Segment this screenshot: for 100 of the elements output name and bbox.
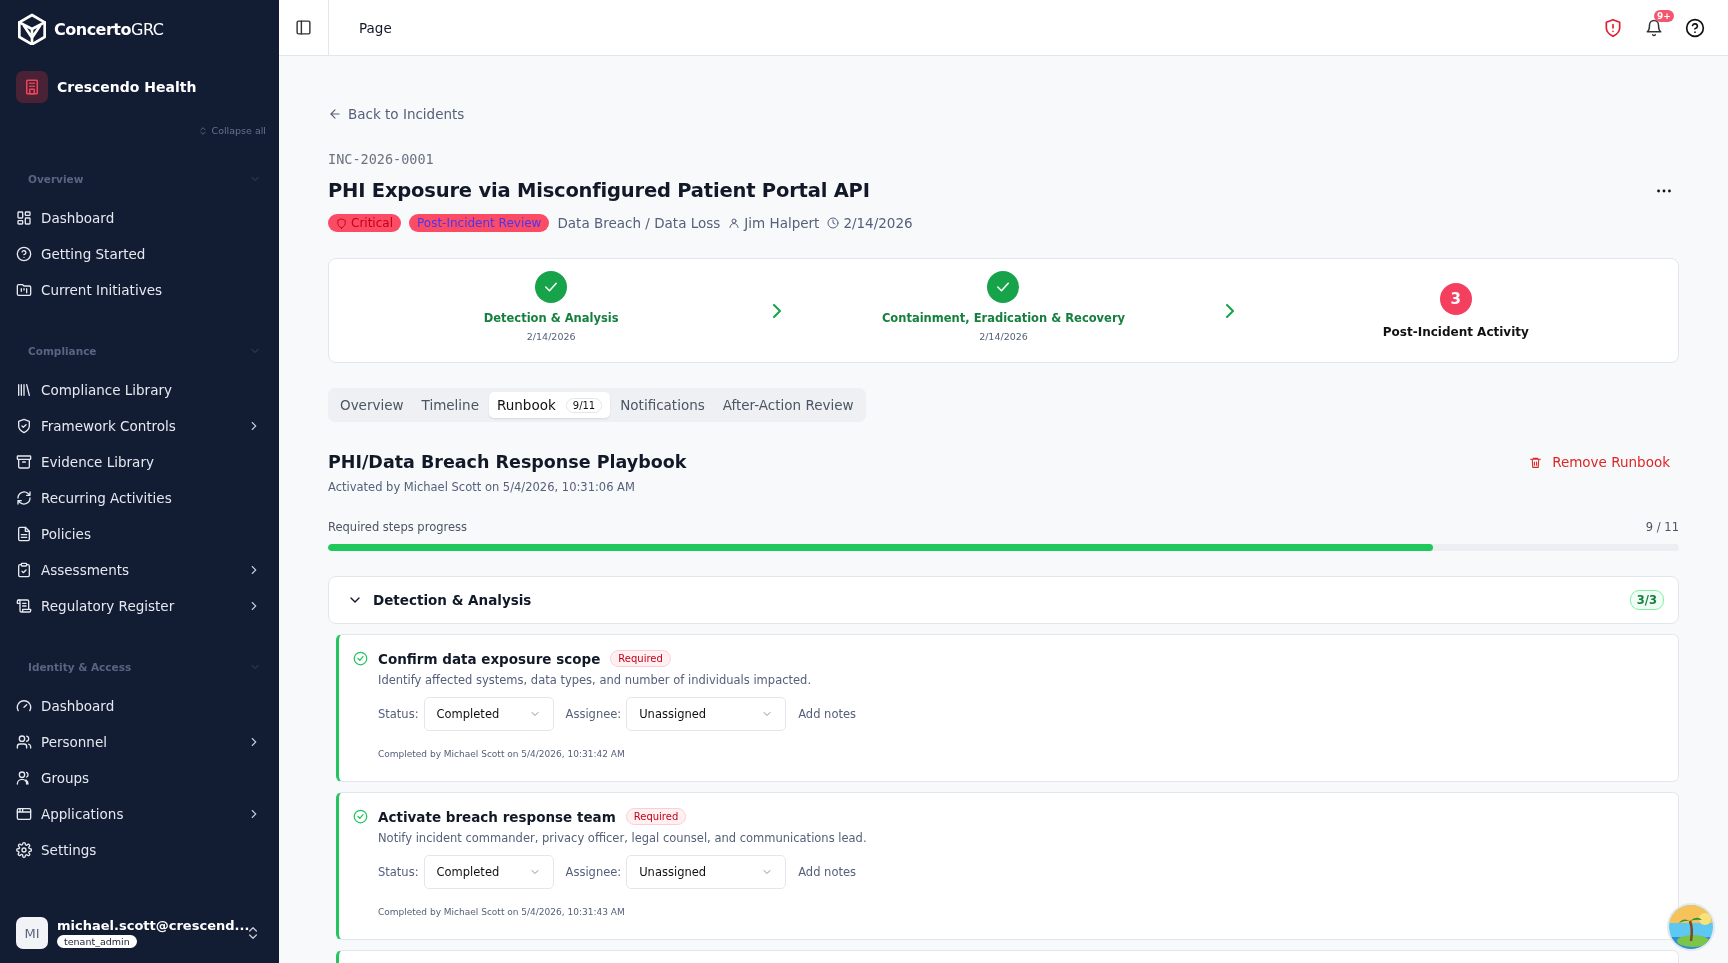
nav-item[interactable]: Groups <box>41 770 261 786</box>
step-title: Activate breach response team <box>378 808 616 825</box>
document-icon <box>16 526 32 542</box>
add-notes-link[interactable]: Add notes <box>798 707 857 721</box>
back-link[interactable]: Back to Incidents <box>348 106 465 122</box>
nav-item[interactable]: Applications <box>41 806 238 822</box>
building-drawing <box>23 78 41 96</box>
incident-date: 2/14/2026 <box>843 215 913 231</box>
severity-badge: Critical <box>328 214 401 232</box>
nav-item[interactable]: Settings <box>41 842 261 858</box>
user-avatar: MI <box>16 917 48 949</box>
step-title: Confirm data exposure scope <box>378 650 601 667</box>
dropdown[interactable]: Completed <box>423 855 554 889</box>
tab[interactable]: After-Action Review <box>714 392 862 418</box>
person-icon <box>728 217 741 229</box>
nav-item[interactable]: Compliance Library <box>41 382 261 398</box>
status-badge: Post-Incident Review <box>409 214 550 232</box>
completion-note: Completed by Michael Scott on 5/4/2026, 10:31:43 AM <box>378 907 626 917</box>
trash-icon <box>1529 455 1543 469</box>
tab[interactable]: Runbook 9/11 <box>488 392 611 418</box>
dropdown[interactable]: Unassigned <box>626 855 787 889</box>
phase-name: Post-Incident Activity <box>1382 324 1529 339</box>
runbook-title: PHI/Data Breach Response Playbook <box>328 452 687 472</box>
user-email[interactable]: michael.scott@crescend... <box>57 918 250 933</box>
help-icon <box>1685 17 1705 38</box>
required-badge: Required <box>625 808 687 825</box>
incident-owner: Jim Halpert <box>744 215 820 231</box>
status-label: Status: <box>378 865 419 879</box>
role-badge: tenant_admin <box>57 935 137 948</box>
phase-name: Detection & Analysis <box>483 310 619 325</box>
cube-logo-icon <box>16 13 48 45</box>
people-icon <box>16 770 32 786</box>
chevrons-icon <box>197 125 208 136</box>
progress-label: Required steps progress <box>328 520 467 534</box>
arrow-left-icon <box>328 107 342 121</box>
collapse-all-link[interactable]: Collapse all <box>211 125 266 136</box>
shield-check-icon <box>16 418 32 434</box>
check-circle-icon <box>353 651 368 666</box>
status-label: Status: <box>378 707 419 721</box>
step-count-badge: 3/3 <box>1629 590 1664 610</box>
help-icon <box>16 246 32 262</box>
phase-date: 2/14/2026 <box>526 330 576 342</box>
notification-badge: 9+ <box>1654 9 1674 22</box>
people-icon <box>16 734 32 750</box>
nav-item[interactable]: Framework Controls <box>41 418 238 434</box>
shield-icon <box>336 217 347 229</box>
assignee-label: Assignee: <box>565 707 622 721</box>
nav-item[interactable]: Getting Started <box>41 246 261 262</box>
nav-item[interactable]: Personnel <box>41 734 238 750</box>
required-badge: Required <box>610 650 671 667</box>
nav-item[interactable]: Evidence Library <box>41 454 261 470</box>
window-icon <box>16 806 32 822</box>
panel-icon <box>295 19 312 36</box>
archive-icon <box>16 454 32 470</box>
tab[interactable]: Timeline <box>413 392 487 418</box>
chevron-right-icon <box>773 303 782 318</box>
island-button[interactable] <box>1667 903 1715 951</box>
grid-icon <box>16 210 32 226</box>
shield-alert-icon <box>1603 17 1623 38</box>
phase-number: 3 <box>1439 282 1472 315</box>
folder-icon <box>16 282 32 298</box>
nav-item[interactable]: Recurring Activities <box>41 490 261 506</box>
scroll-icon <box>16 598 32 614</box>
section-title: Detection & Analysis <box>373 592 533 608</box>
nav-item[interactable]: Dashboard <box>41 698 261 714</box>
nav-item[interactable]: Dashboard <box>41 210 261 226</box>
nav-item[interactable]: Assessments <box>41 562 238 578</box>
incident-category: Data Breach / Data Loss <box>557 215 721 231</box>
bell-icon <box>1645 18 1663 37</box>
tab[interactable]: Notifications <box>612 392 713 418</box>
gauge-icon <box>16 698 32 714</box>
tab[interactable]: Overview <box>332 392 412 418</box>
clock-icon <box>827 217 840 229</box>
brand-name: ConcertoGRC <box>54 19 164 39</box>
step-description: Identify affected systems, data types, and number of individuals impacted. <box>378 673 813 687</box>
phase-name: Containment, Eradication & Recovery <box>881 310 1126 325</box>
clipboard-check-icon <box>16 562 32 578</box>
check-circle-icon <box>353 809 368 824</box>
progress-count: 9 / 11 <box>1645 520 1679 534</box>
more-icon[interactable] <box>1657 188 1671 193</box>
nav-item[interactable]: Regulatory Register <box>41 598 238 614</box>
organization-name[interactable]: Crescendo Health <box>57 79 197 95</box>
dropdown[interactable]: Completed <box>423 697 554 731</box>
phase-date: 2/14/2026 <box>979 330 1028 342</box>
chevron-right-icon <box>1225 303 1234 318</box>
refresh-icon <box>16 490 32 506</box>
step-description: Notify incident commander, privacy officer, legal counsel, and communications lead. <box>378 831 868 845</box>
section-header[interactable]: Detection & Analysis 3/3 <box>328 576 1679 624</box>
incident-title: PHI Exposure via Misconfigured Patient Portal API <box>328 179 870 202</box>
nav-item[interactable]: Policies <box>41 526 261 542</box>
activation-note: Activated by Michael Scott on 5/4/2026, 10:31:06 AM <box>328 480 636 494</box>
nav-item[interactable]: Current Initiatives <box>41 282 261 298</box>
books-icon <box>16 382 32 398</box>
settings-icon <box>16 842 32 858</box>
dropdown[interactable]: Unassigned <box>626 697 787 731</box>
remove-runbook-button[interactable]: Remove Runbook <box>1529 454 1670 470</box>
add-notes-link[interactable]: Add notes <box>798 865 857 879</box>
completion-note: Completed by Michael Scott on 5/4/2026, 10:31:42 AM <box>378 749 626 759</box>
assignee-label: Assignee: <box>565 865 622 879</box>
page-title: Page <box>359 19 393 36</box>
